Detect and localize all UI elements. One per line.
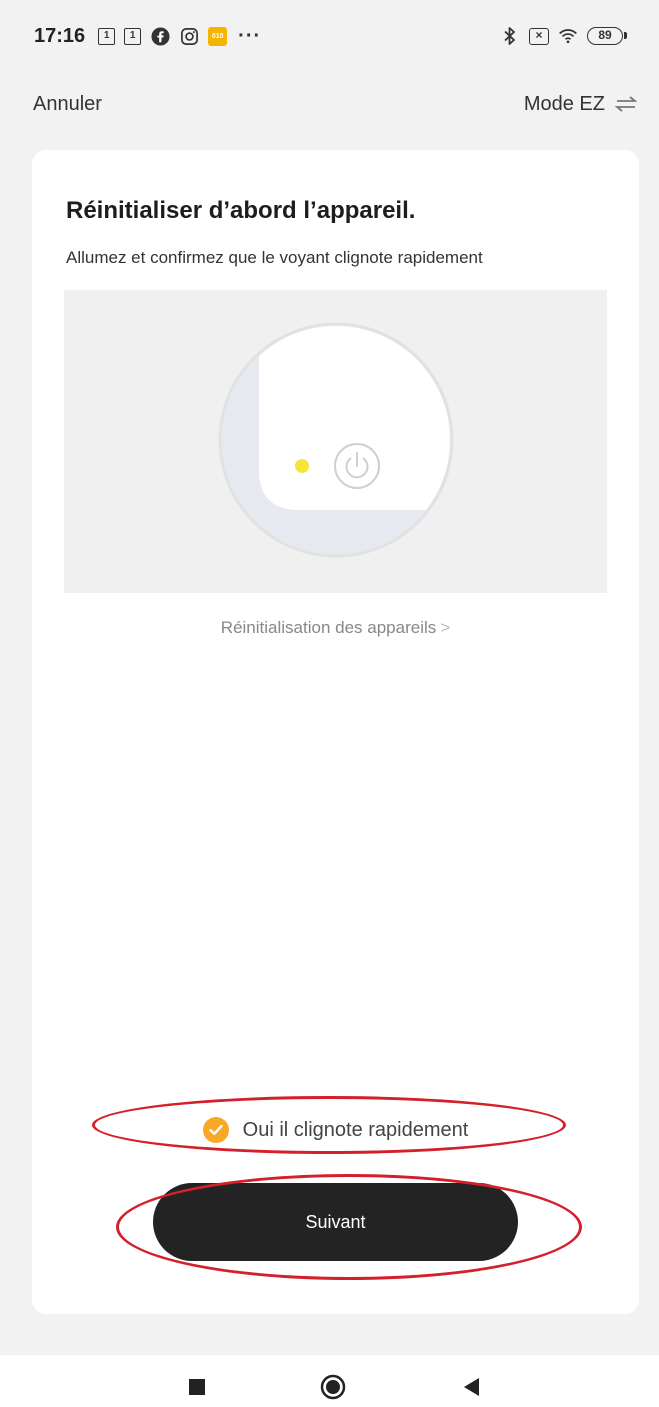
next-button[interactable]: Suivant [153,1183,518,1261]
sim-off-icon: × [529,27,549,45]
app-icon: 010 [208,26,228,46]
chevron-right-icon: > [440,618,451,637]
page-title: Réinitialiser d’abord l’appareil. [66,197,416,224]
back-icon[interactable] [462,1377,480,1402]
cancel-button[interactable]: Annuler [33,93,102,116]
calendar-icon: 1 [98,27,116,45]
confirm-blinking-checkbox[interactable]: Oui il clignote rapidement [32,1110,639,1150]
status-time: 17:16 [34,24,86,47]
battery-icon: 89 [587,27,627,45]
page-subtitle: Allumez et confirmez que le voyant clign… [66,248,483,267]
check-circle-icon [202,1117,229,1143]
status-left: 17:16 1 1 010 ··· [34,25,261,48]
reset-devices-label: Réinitialisation des appareils [220,618,437,637]
ez-mode-label: Mode EZ [523,92,605,115]
nav-header: Annuler Mode EZ [0,78,659,130]
instagram-icon [179,26,199,46]
confirm-label: Oui il clignote rapidement [242,1118,469,1141]
more-notifications: ··· [238,24,262,47]
indicator-light [295,459,309,473]
status-right: × 89 [500,26,627,46]
status-bar: 17:16 1 1 010 ··· × 89 [0,0,659,72]
device-illustration [64,290,607,593]
reset-devices-link[interactable]: Réinitialisation des appareils > [32,618,639,638]
reset-card: Réinitialiser d’abord l’appareil. Allume… [32,150,639,1314]
calendar-icon: 1 [124,27,142,45]
recent-apps-icon[interactable] [188,1378,206,1401]
home-icon[interactable] [320,1374,346,1405]
switch-arrows-icon [615,95,637,113]
system-nav-bar [0,1355,659,1407]
wifi-icon [558,26,578,46]
ez-mode-button[interactable]: Mode EZ [524,93,637,116]
bluetooth-icon [500,26,520,46]
facebook-icon [150,26,170,46]
